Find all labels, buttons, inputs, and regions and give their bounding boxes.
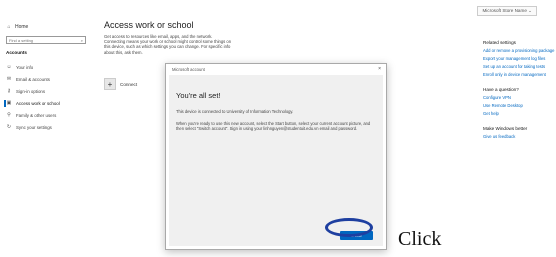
section-title: Accounts — [6, 50, 27, 55]
page-description: Get access to resources like email, apps… — [104, 34, 232, 55]
sidebar-home[interactable]: ⌂ Home — [6, 24, 94, 30]
related-link[interactable]: Enroll only in device management — [483, 72, 555, 77]
sync-icon: ↻ — [6, 124, 12, 130]
person-icon: ☺ — [6, 64, 12, 70]
help-link[interactable]: Use Remote Desktop — [483, 103, 555, 108]
sidebar-item-label: Access work or school — [16, 100, 60, 106]
sidebar-item-sign-in[interactable]: ⚷ Sign-in options — [6, 85, 94, 97]
settings-window: Microsoft Store Name ⌄ ⌂ Home Find a set… — [2, 0, 555, 257]
highlight-circle — [325, 218, 373, 237]
home-label: Home — [15, 24, 29, 30]
sidebar-item-sync[interactable]: ↻ Sync your settings — [6, 121, 94, 133]
connect-button[interactable]: + Connect — [104, 78, 137, 90]
search-input[interactable]: Find a setting ⌕ — [6, 36, 86, 44]
question-heading: Have a question? — [483, 87, 519, 92]
related-settings-heading: Related settings — [483, 40, 516, 45]
briefcase-icon: ▣ — [6, 100, 12, 106]
page-title: Access work or school — [104, 20, 194, 30]
sidebar-item-your-info[interactable]: ☺ Your info — [6, 61, 94, 73]
key-icon: ⚷ — [7, 88, 11, 94]
dialog-heading: You're all set! — [176, 91, 221, 100]
search-placeholder: Find a setting — [9, 37, 34, 43]
sidebar-item-label: Family & other users — [16, 112, 57, 118]
sidebar-item-family[interactable]: ⚲ Family & other users — [6, 109, 94, 121]
help-link[interactable]: Get help — [483, 111, 555, 116]
dialog-title: Microsoft account — [172, 67, 205, 72]
sidebar: ⌂ Home Find a setting ⌕ Accounts ☺ Your … — [6, 24, 94, 133]
dialog-line-connected: This device is connected to University o… — [176, 109, 294, 114]
account-button[interactable]: Microsoft Store Name ⌄ — [477, 6, 537, 16]
related-link[interactable]: Add or remove a provisioning package — [483, 48, 555, 53]
main-content: Access work or school Get access to reso… — [104, 20, 344, 90]
better-heading: Make Windows better — [483, 126, 528, 131]
sidebar-item-label: Your info — [16, 64, 34, 70]
home-icon: ⌂ — [7, 24, 11, 30]
dialog-line-instructions: When you're ready to use this new accoun… — [176, 121, 371, 131]
sidebar-item-label: Sign-in options — [16, 88, 46, 94]
sidebar-item-email[interactable]: ✉ Email & accounts — [6, 73, 94, 85]
people-icon: ⚲ — [7, 112, 11, 118]
close-icon[interactable]: × — [378, 66, 381, 72]
sidebar-item-access-work[interactable]: ▣ Access work or school — [6, 97, 94, 109]
mail-icon: ✉ — [6, 76, 12, 82]
connect-label: Connect — [120, 81, 138, 87]
sidebar-item-label: Email & accounts — [16, 76, 50, 82]
related-link[interactable]: Set up an account for taking tests — [483, 64, 555, 69]
right-pane: Related settings Add or remove a provisi… — [483, 40, 555, 142]
feedback-link[interactable]: Give us feedback — [483, 134, 555, 139]
plus-icon: + — [104, 78, 116, 90]
search-icon: ⌕ — [80, 37, 83, 43]
help-link[interactable]: Configure VPN — [483, 95, 555, 100]
sidebar-item-label: Sync your settings — [16, 124, 52, 130]
related-link[interactable]: Export your management log files — [483, 56, 555, 61]
click-annotation: Click — [398, 228, 442, 250]
